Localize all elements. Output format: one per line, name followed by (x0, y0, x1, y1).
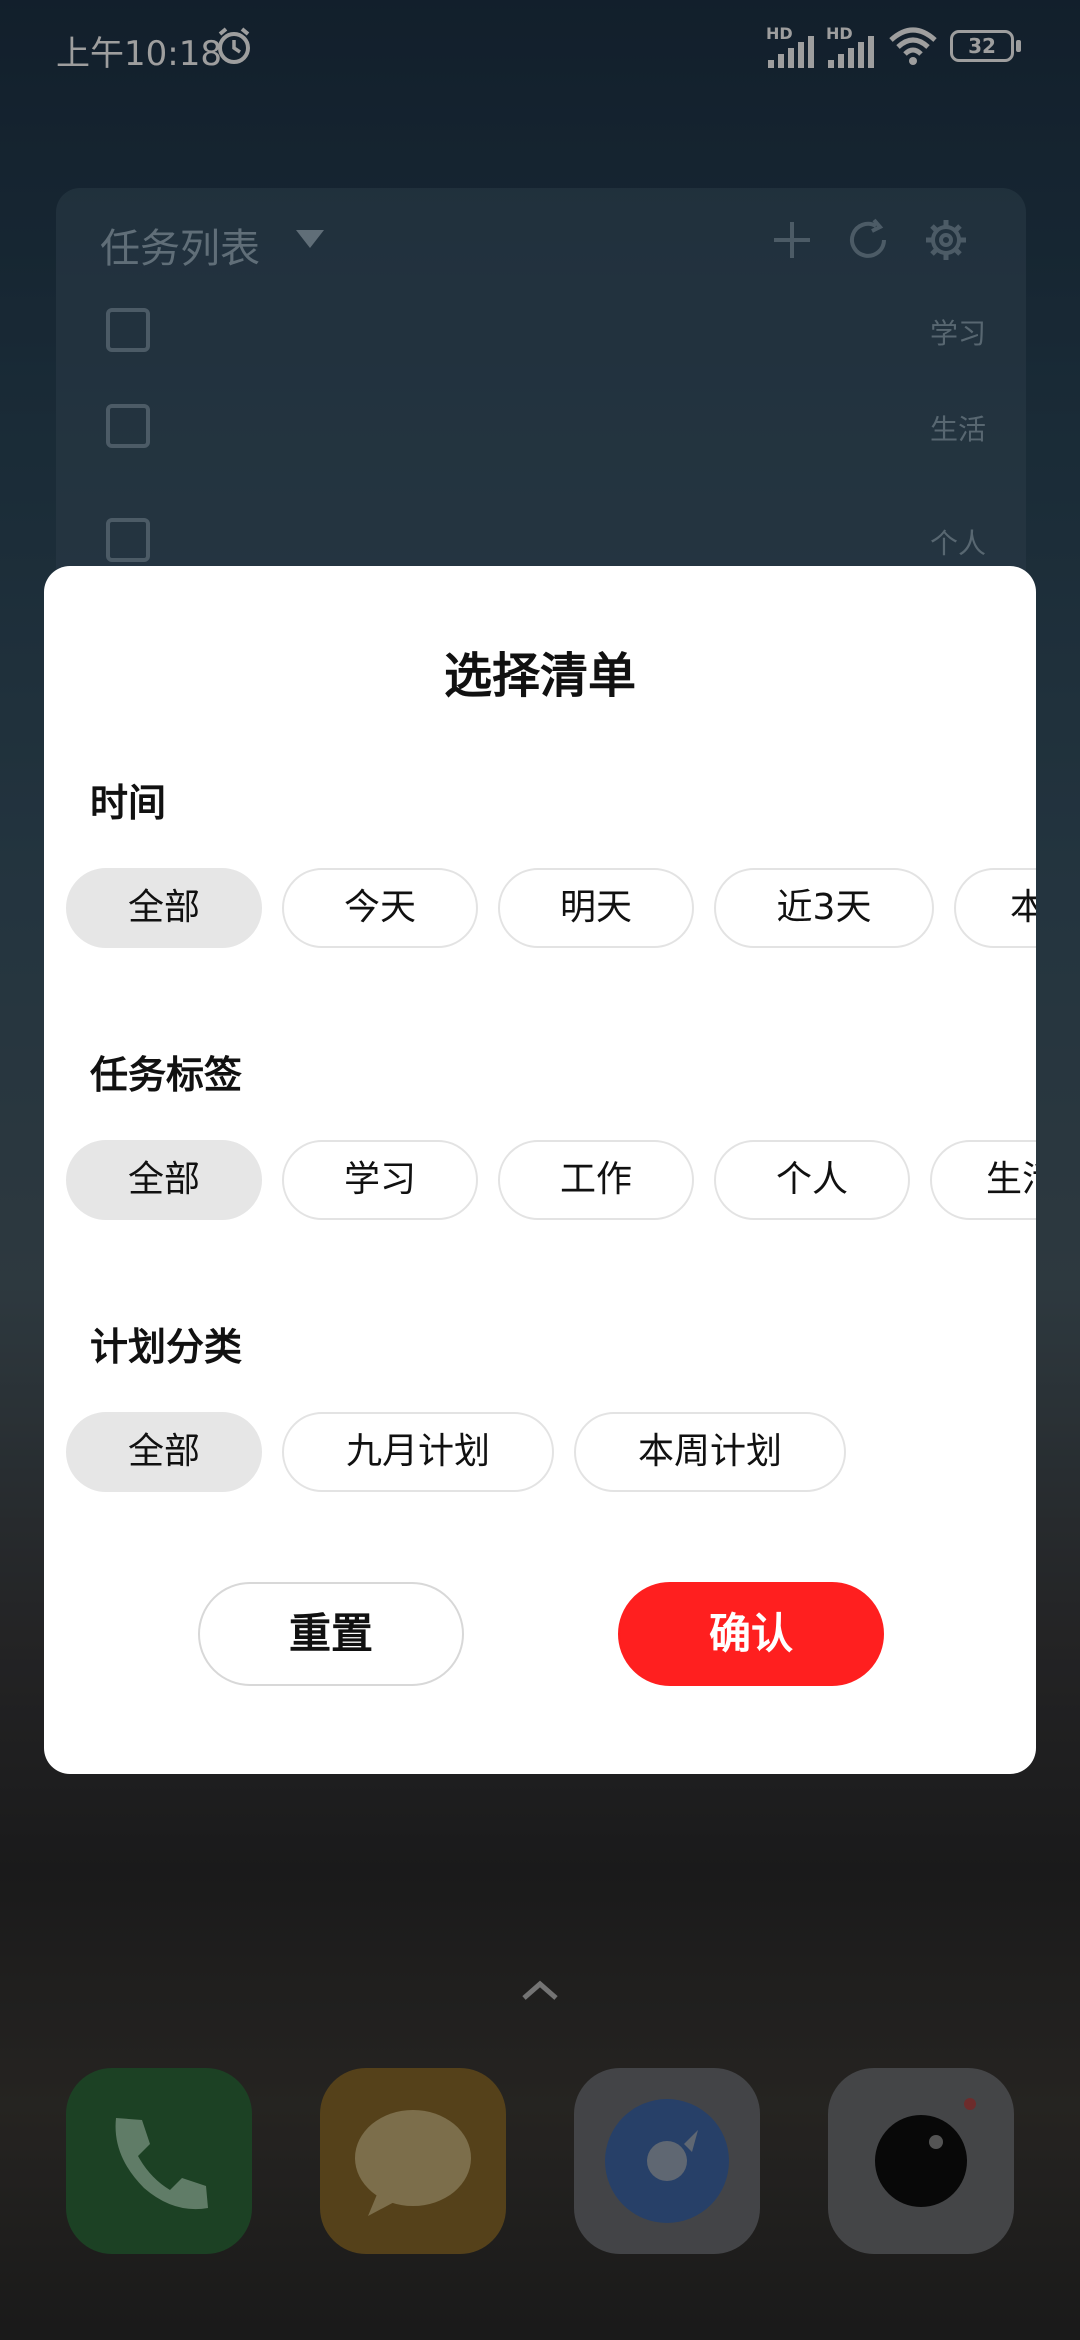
chip-plan-september[interactable]: 九月计划 (282, 1412, 554, 1492)
select-list-dialog: 选择清单 时间 全部 今天 明天 近3天 本 任务标签 全部 学习 工作 个人 … (44, 566, 1036, 1774)
section-label-plan: 计划分类 (90, 1325, 243, 1369)
section-label-tags: 任务标签 (90, 1053, 243, 1097)
chip-time-3days[interactable]: 近3天 (714, 868, 934, 948)
chip-time-this[interactable]: 本 (954, 868, 1036, 948)
chip-tag-all[interactable]: 全部 (66, 1140, 262, 1220)
reset-button[interactable]: 重置 (198, 1582, 464, 1686)
chip-tag-study[interactable]: 学习 (282, 1140, 478, 1220)
chip-tag-work[interactable]: 工作 (498, 1140, 694, 1220)
chip-time-tomorrow[interactable]: 明天 (498, 868, 694, 948)
chip-plan-all[interactable]: 全部 (66, 1412, 262, 1492)
chip-tag-personal[interactable]: 个人 (714, 1140, 910, 1220)
section-label-time: 时间 (90, 781, 167, 825)
chip-plan-this-week[interactable]: 本周计划 (574, 1412, 846, 1492)
confirm-button[interactable]: 确认 (618, 1582, 884, 1686)
chip-time-all[interactable]: 全部 (66, 868, 262, 948)
chip-time-today[interactable]: 今天 (282, 868, 478, 948)
chip-tag-life[interactable]: 生活 (930, 1140, 1036, 1220)
dialog-title: 选择清单 (443, 648, 636, 704)
